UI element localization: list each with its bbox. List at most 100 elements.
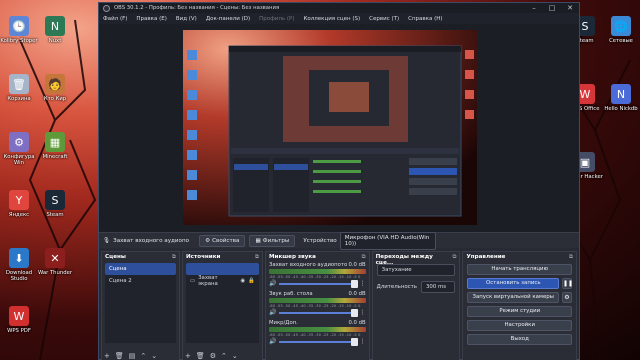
desktop-icon[interactable]: N Hello Nickdb bbox=[602, 84, 640, 112]
dock-menu-icon[interactable]: ⧉ bbox=[172, 254, 176, 260]
desktop-icon[interactable]: 🕒 Kolibry Stoper bbox=[0, 16, 38, 44]
desktop-icon[interactable]: ⚙ Конфигура Win bbox=[0, 132, 38, 167]
dock-menu-icon[interactable]: ⧉ bbox=[362, 254, 366, 260]
device-select[interactable]: Микрофон (VIA HD Audio(Win 10)) bbox=[339, 231, 436, 250]
control-button[interactable]: Режим студии bbox=[467, 306, 572, 317]
source-properties-button[interactable]: ⚙ bbox=[210, 352, 216, 360]
desktop-icon-label: Steam bbox=[46, 212, 64, 218]
control-row: Запуск виртуальной камеры ⚙ bbox=[467, 292, 572, 303]
control-button[interactable]: Запуск виртуальной камеры bbox=[467, 292, 559, 303]
remove-scene-button[interactable]: 🗑 bbox=[115, 352, 124, 360]
control-button[interactable]: Выход bbox=[467, 334, 572, 345]
desktop-icon[interactable]: 🌐 Сетевые bbox=[602, 16, 640, 44]
controls-title: Управление bbox=[466, 254, 506, 260]
desktop-icon[interactable]: Y Яндекс bbox=[0, 190, 38, 218]
control-button[interactable]: Настройки bbox=[467, 320, 572, 331]
add-scene-button[interactable]: + bbox=[104, 352, 110, 360]
desktop-icon[interactable]: 🧑 Кто Кир bbox=[36, 74, 74, 102]
menu-item[interactable]: Файл (F) bbox=[103, 16, 127, 22]
volume-slider[interactable] bbox=[279, 279, 358, 288]
move-source-up-button[interactable]: ⌃ bbox=[221, 352, 227, 360]
scene-item[interactable]: Сцена bbox=[105, 263, 176, 275]
speaker-icon[interactable]: 🔊 bbox=[269, 338, 276, 345]
remove-source-button[interactable]: 🗑 bbox=[196, 352, 205, 360]
control-button[interactable]: Остановить запись bbox=[467, 278, 559, 289]
desktop-icon[interactable]: ▦ Minecraft bbox=[36, 132, 74, 160]
menu-item[interactable]: Правка (E) bbox=[136, 16, 166, 22]
minimize-icon[interactable]: – bbox=[525, 4, 543, 12]
window-title: OBS 30.1.2 - Профиль: Без названия - Сце… bbox=[114, 5, 280, 11]
control-row: Режим студии bbox=[467, 306, 572, 317]
volume-slider[interactable] bbox=[279, 337, 358, 346]
eye-icon[interactable]: ◉ bbox=[241, 278, 246, 284]
volume-slider-knob[interactable] bbox=[350, 308, 358, 317]
desktop-icon-label: Kolibry Stoper bbox=[0, 38, 38, 44]
desktop-icon-label: Конфигура Win bbox=[3, 154, 35, 167]
speaker-icon[interactable]: 🔊 bbox=[269, 309, 276, 316]
duration-input[interactable]: 300 ms bbox=[420, 281, 456, 293]
close-icon[interactable]: ✕ bbox=[561, 4, 579, 12]
program-preview[interactable] bbox=[183, 30, 477, 225]
dock-menu-icon[interactable]: ⧉ bbox=[255, 254, 259, 260]
menu-bar: Файл (F) Правка (E) Вид (V) Док-панели (D) П… bbox=[99, 13, 579, 24]
desktop-icon[interactable]: ⬇ Download Studio bbox=[0, 248, 38, 283]
menu-item[interactable]: Справка (H) bbox=[408, 16, 442, 22]
move-scene-down-button[interactable]: ⌄ bbox=[151, 352, 157, 360]
scene-filters-button[interactable]: ▤ bbox=[129, 352, 136, 360]
speaker-icon[interactable]: 🔊 bbox=[269, 280, 276, 287]
menu-item[interactable]: Коллекция сцен (S) bbox=[303, 16, 360, 22]
desktop-icon[interactable]: W WPS PDF bbox=[0, 306, 38, 334]
channel-settings-icon[interactable]: ⋮ bbox=[360, 338, 366, 345]
menu-item[interactable]: Док-панели (D) bbox=[206, 16, 250, 22]
scenes-list: Сцена Сцена 2 bbox=[105, 263, 176, 343]
sources-title: Источники bbox=[185, 254, 221, 260]
controls-dock: Управление ⧉ Начать трансляцию Остановить … bbox=[462, 251, 577, 360]
duration-label: Длительность bbox=[376, 284, 417, 290]
app-icon: ✕ bbox=[45, 248, 65, 268]
desktop-icon-label: Hello Nickdb bbox=[604, 106, 638, 112]
add-source-button[interactable]: + bbox=[185, 352, 191, 360]
volume-meter bbox=[268, 327, 366, 332]
source-item[interactable] bbox=[185, 263, 259, 275]
properties-button[interactable]: ⚙ Свойства bbox=[199, 234, 246, 247]
desktop-icon[interactable]: S Steam bbox=[36, 190, 74, 218]
gear-icon[interactable]: ⚙ bbox=[562, 292, 572, 303]
scene-item[interactable]: Сцена 2 bbox=[105, 275, 176, 287]
audio-mixer-dock: Микшер звука ⧉ Захват входного аудиопото 0… bbox=[264, 251, 370, 360]
desktop-icon[interactable]: 🗑 Корзина bbox=[0, 74, 38, 102]
volume-slider[interactable] bbox=[279, 308, 358, 317]
volume-slider-knob[interactable] bbox=[350, 279, 358, 288]
transition-type-select[interactable]: Затухание bbox=[376, 264, 456, 276]
source-item[interactable]: ▭ Захват экрана ◉ 🔒 bbox=[186, 275, 259, 287]
lock-icon[interactable]: 🔒 bbox=[248, 278, 255, 284]
sources-list: ▭ Захват экрана ◉ 🔒 bbox=[185, 263, 259, 343]
app-icon: N bbox=[45, 16, 65, 36]
desktop-icon-label: Корзина bbox=[7, 96, 31, 102]
app-icon: ⬇ bbox=[9, 248, 29, 268]
app-icon: Y bbox=[9, 190, 29, 210]
maximize-icon[interactable]: □ bbox=[543, 4, 561, 12]
move-source-down-button[interactable]: ⌄ bbox=[232, 352, 238, 360]
move-scene-up-button[interactable]: ⌃ bbox=[140, 352, 146, 360]
channel-settings-icon[interactable]: ⋮ bbox=[360, 280, 366, 287]
control-button[interactable]: Начать трансляцию bbox=[467, 264, 572, 275]
scenes-toolbar: + 🗑 ▤ ⌃ ⌄ bbox=[104, 352, 157, 360]
menu-item[interactable]: Вид (V) bbox=[176, 16, 197, 22]
dock-menu-icon[interactable]: ⧉ bbox=[452, 254, 456, 260]
channel-settings-icon[interactable]: ⋮ bbox=[360, 309, 366, 316]
control-row: Настройки bbox=[467, 320, 572, 331]
pause-recording-icon[interactable]: ❚❚ bbox=[562, 278, 573, 289]
obs-window: OBS 30.1.2 - Профиль: Без названия - Сце… bbox=[98, 2, 580, 360]
dock-menu-icon[interactable]: ⧉ bbox=[569, 254, 573, 260]
desktop-icon[interactable]: ✕ War Thunder bbox=[36, 248, 74, 276]
selected-source-name: Захват входного аудиопо bbox=[113, 237, 190, 244]
desktop-icon[interactable]: N Nuxt bbox=[36, 16, 74, 44]
app-icon: 🧑 bbox=[45, 74, 65, 94]
filter-icon: ▦ bbox=[255, 237, 261, 244]
app-icon: 🌐 bbox=[611, 16, 631, 36]
volume-slider-knob[interactable] bbox=[350, 337, 358, 346]
filters-button[interactable]: ▦ Фильтры bbox=[249, 234, 296, 247]
menu-item[interactable]: Профиль (P) bbox=[259, 16, 294, 22]
menu-item[interactable]: Сервис (T) bbox=[369, 16, 399, 22]
volume-meter bbox=[268, 298, 366, 303]
